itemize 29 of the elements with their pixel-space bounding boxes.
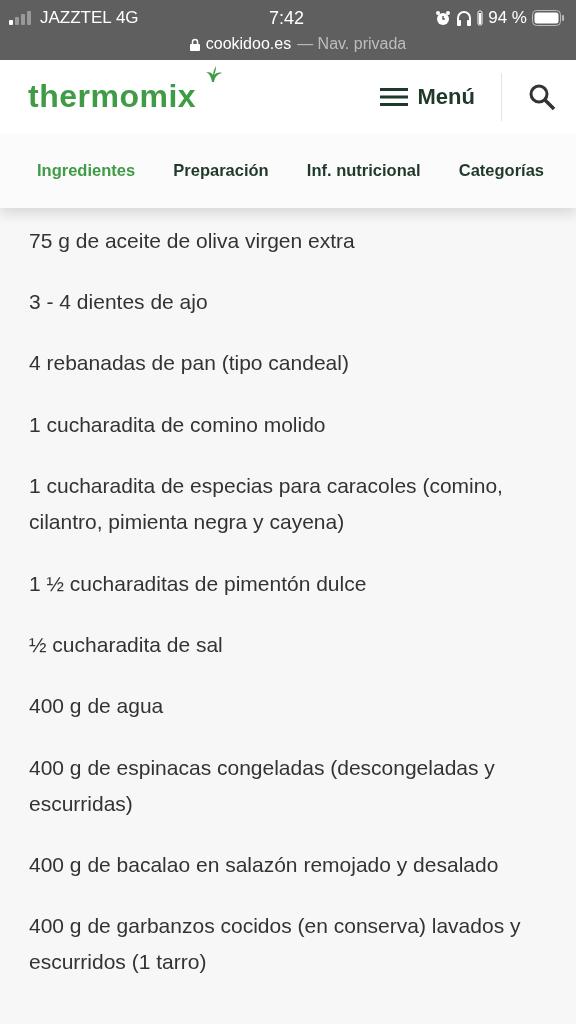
- clock-time: 7:42: [268, 7, 304, 29]
- ingredient-item: ½ cucharadita de sal: [29, 631, 224, 658]
- ingredient-item: 1 cucharadita de comino molido: [29, 411, 327, 438]
- battery-icon: [532, 10, 564, 26]
- thermomix-logo[interactable]: thermomix: [28, 78, 197, 114]
- lock-icon: [189, 37, 200, 51]
- section-tab[interactable]: Preparación: [173, 161, 269, 180]
- ingredient-item: 3 - 4 dientes de ajo: [29, 289, 209, 316]
- ingredient-item: 1 cucharadita de especias para caracoles (comino, cilantro, pimienta negra y cayena): [29, 473, 504, 536]
- carrier-name: JAZZTEL 4G: [40, 8, 139, 28]
- private-mode-label: — Nav. privada: [297, 35, 407, 53]
- menu-button[interactable]: Menú: [379, 83, 475, 110]
- leaf-icon: [204, 66, 222, 82]
- headphones-icon: [456, 10, 473, 26]
- ingredient-item: 75 g de aceite de oliva virgen extra: [29, 227, 356, 254]
- search-icon: [528, 82, 556, 111]
- ingredient-item: 400 g de garbanzos cocidos (en conserva) lavados y escurridos (1 tarro): [29, 913, 522, 976]
- menu-icon: [379, 86, 408, 107]
- battery-charge-icon: [477, 10, 484, 26]
- battery-percent: 94 %: [488, 8, 527, 28]
- alarm-clock-icon: [435, 10, 452, 26]
- section-tab[interactable]: Categorías: [458, 161, 544, 180]
- ingredient-item: 400 g de espinacas congeladas (descongeladas y escurridas): [29, 754, 496, 817]
- ingredient-item: 400 g de agua: [29, 693, 165, 720]
- ingredient-item: 400 g de bacalao en salazón remojado y desalado: [29, 852, 500, 879]
- ingredient-item: 4 rebanadas de pan (tipo candeal): [29, 350, 350, 377]
- section-tab[interactable]: Inf. nutricional: [306, 161, 421, 180]
- ingredient-item: 1 ½ cucharaditas de pimentón dulce: [29, 570, 368, 597]
- url-text[interactable]: cookidoo.es: [205, 35, 292, 53]
